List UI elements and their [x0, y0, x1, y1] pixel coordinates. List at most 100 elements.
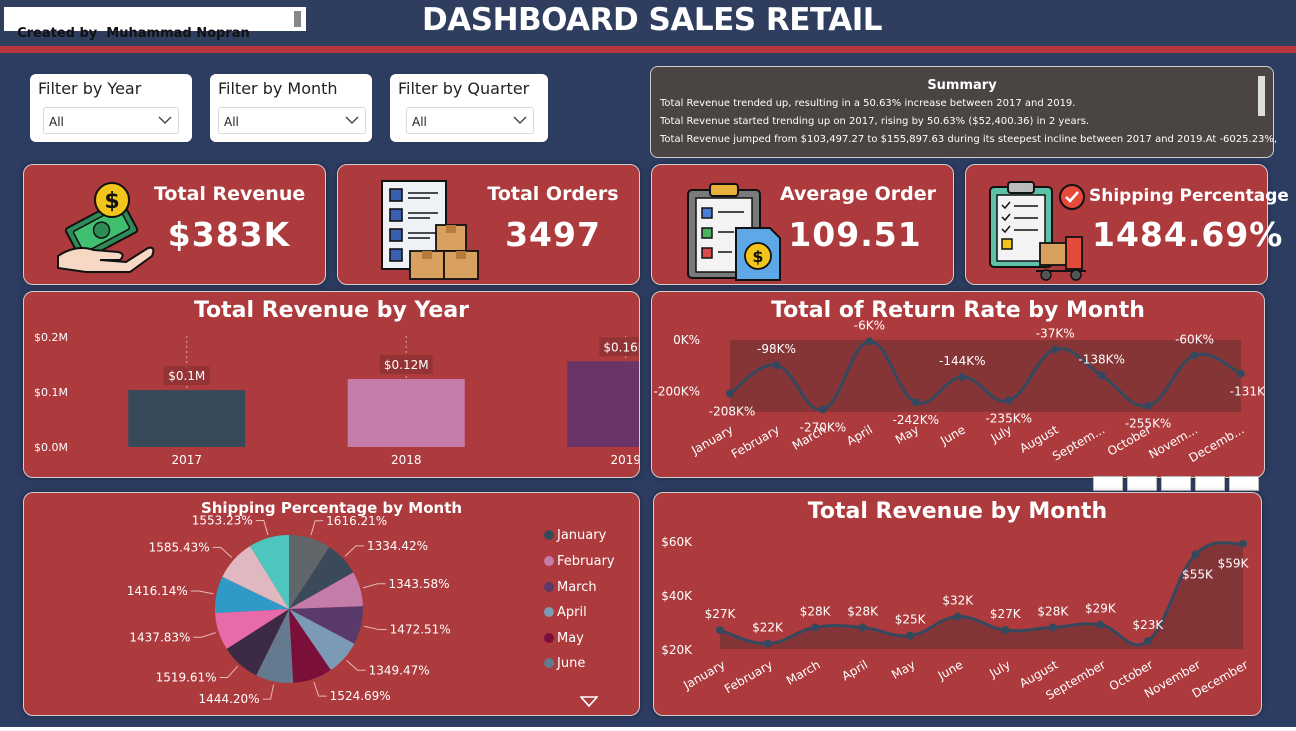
x-tick-label: April — [844, 422, 875, 448]
data-label: -138K% — [1078, 352, 1125, 366]
data-label: 1437.83% — [129, 630, 190, 644]
leader-line — [193, 632, 216, 638]
data-point — [1190, 351, 1199, 360]
y-tick-label: -200K% — [653, 384, 700, 398]
data-label: $59K — [1218, 557, 1250, 571]
chevron-down-icon — [513, 116, 527, 124]
legend-label: March — [557, 580, 597, 595]
data-label: $55K — [1182, 568, 1214, 582]
summary-line: Total Revenue trended up, resulting in a… — [660, 98, 1076, 109]
checklist-boxes-icon — [381, 180, 479, 280]
summary-scrollbar[interactable] — [1258, 76, 1265, 116]
leader-line — [190, 590, 214, 595]
summary-panel: Summary Total Revenue trended up, result… — [650, 66, 1277, 158]
data-label: -60K% — [1175, 332, 1214, 346]
y-tick-label: $0.2M — [34, 331, 68, 344]
revenue-by-month-chart: $20K $40K $60K $27K January $22K February $28K M… — [661, 535, 1250, 703]
chart-card-revenue-by-month: Total Revenue by Month $20K $40K $60K $27K J… — [653, 492, 1262, 716]
data-point — [1191, 550, 1200, 559]
dashboard-title: DASHBOARD SALES RETAIL — [422, 2, 882, 38]
legend-swatch — [544, 556, 554, 566]
filter-year-dropdown[interactable]: All — [43, 107, 179, 134]
leader-line — [362, 583, 386, 589]
data-point — [1096, 620, 1105, 629]
textbox-scrollbar[interactable] — [294, 11, 301, 27]
filter-month: Filter by Month All — [210, 74, 372, 142]
data-label: $32K — [942, 594, 974, 608]
data-label: -37K% — [1036, 327, 1075, 341]
x-tick-label: June — [935, 657, 966, 683]
data-point — [953, 612, 962, 621]
legend-label: February — [557, 554, 615, 569]
legend-item[interactable]: February — [544, 554, 615, 569]
x-tick-label: January — [688, 422, 735, 457]
return-rate-chart: 0K%-200K%-208K%January-98K%February -270K… — [653, 319, 1264, 466]
x-tick-label: February — [722, 657, 775, 696]
clipboard-delivery-icon — [989, 181, 1086, 281]
x-tick-label: 2017 — [171, 453, 202, 467]
x-tick-label: 2018 — [391, 453, 422, 467]
legend-label: January — [557, 528, 607, 543]
data-point — [1001, 626, 1010, 635]
legend-label: June — [557, 656, 586, 671]
data-point — [911, 398, 920, 407]
data-point — [1051, 345, 1060, 354]
legend-item[interactable]: January — [544, 528, 606, 543]
kpi-value: 109.51 — [788, 215, 922, 254]
x-tick-label: January — [680, 657, 727, 692]
legend-swatch — [544, 658, 554, 668]
data-label: 1416.14% — [127, 584, 188, 598]
x-tick-label: February — [729, 422, 782, 461]
data-label: 1472.51% — [390, 623, 451, 637]
y-tick-label: $0.0M — [34, 441, 68, 454]
filter-month-label: Filter by Month — [218, 79, 338, 98]
filter-icon[interactable] — [1161, 476, 1191, 491]
data-point — [1239, 539, 1247, 548]
x-tick-label: May — [889, 657, 917, 682]
data-label: -208K% — [709, 404, 756, 418]
kpi-value: 1484.69% — [1092, 215, 1284, 254]
pin-icon[interactable] — [1093, 476, 1123, 491]
filter-month-dropdown[interactable]: All — [218, 107, 366, 134]
data-point — [1144, 401, 1153, 410]
data-point — [811, 623, 820, 632]
bar — [347, 379, 465, 447]
data-label: $28K — [800, 604, 832, 618]
copy-icon[interactable] — [1127, 476, 1157, 491]
filter-quarter-value: All — [412, 115, 427, 129]
leader-line — [212, 546, 233, 558]
filter-quarter-dropdown[interactable]: All — [406, 107, 534, 134]
x-tick-label: July — [986, 657, 1013, 680]
more-options-icon[interactable] — [1229, 476, 1259, 491]
data-label: 1585.43% — [149, 540, 210, 554]
filter-quarter: Filter by Quarter All — [390, 74, 548, 142]
kpi-card-shipping-percentage: Shipping Percentage 1484.69% — [965, 164, 1289, 285]
data-point — [1143, 636, 1152, 645]
focus-mode-icon[interactable] — [1195, 476, 1225, 491]
data-point — [1237, 369, 1245, 378]
money-hand-icon: $ — [57, 182, 155, 273]
data-label: -98K% — [757, 342, 796, 356]
data-label: 1349.47% — [369, 663, 430, 677]
y-tick-label: $60K — [661, 535, 693, 549]
data-point — [818, 405, 827, 414]
data-label: $23K — [1133, 618, 1165, 632]
kpi-title: Shipping Percentage — [1089, 186, 1289, 206]
legend-scroll-down-icon[interactable] — [580, 696, 598, 707]
legend-item[interactable]: March — [544, 580, 597, 595]
y-tick-label: $40K — [661, 589, 693, 603]
y-tick-label: $20K — [661, 643, 693, 657]
data-label: 1343.58% — [388, 577, 449, 591]
filter-quarter-label: Filter by Quarter — [398, 79, 530, 98]
chart-card-shipping-by-month: Shipping Percentage by Month 1616.21% 133… — [23, 492, 640, 716]
legend-item[interactable]: April — [544, 605, 587, 620]
leader-line — [363, 625, 387, 631]
leader-line — [313, 681, 327, 697]
legend-swatch — [544, 633, 554, 643]
data-label: $27K — [705, 607, 737, 621]
legend-item[interactable]: May — [544, 631, 584, 646]
kpi-card-average-order: $ Average Order 109.51 — [651, 164, 954, 285]
leader-line — [262, 684, 275, 700]
bar — [128, 390, 246, 447]
legend-item[interactable]: June — [544, 656, 585, 671]
